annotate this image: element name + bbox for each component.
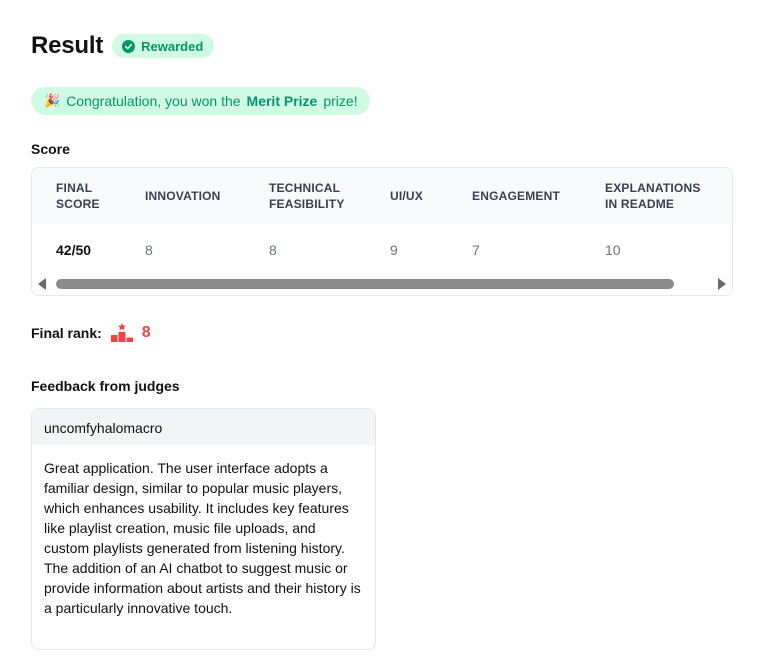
technical-feasibility-value: 8 <box>269 242 277 258</box>
feedback-heading: Feedback from judges <box>31 378 180 394</box>
engagement-value: 7 <box>472 242 480 258</box>
page-title: Result <box>31 32 104 59</box>
column-header-technical-feasibility: TECHNICAL FEASIBILITY <box>269 181 345 211</box>
column-header-explanations: EXPLANATIONS IN README <box>605 181 701 211</box>
result-header: Result Rewarded <box>31 32 215 60</box>
party-popper-icon: 🎉 <box>44 93 61 108</box>
score-heading: Score <box>31 141 70 157</box>
column-header-final-score: FINAL SCORE <box>56 181 100 211</box>
scrollbar-thumb[interactable] <box>56 279 674 289</box>
congrats-suffix: prize! <box>323 93 358 109</box>
final-rank-label: Final rank: <box>31 325 102 341</box>
status-badge: Rewarded <box>112 34 215 58</box>
congrats-prefix: Congratulation, you won the <box>66 93 241 109</box>
congrats-banner: 🎉 Congratulation, you won the Merit Priz… <box>31 87 370 115</box>
horizontal-scrollbar[interactable] <box>32 273 732 295</box>
prize-name: Merit Prize <box>246 93 318 109</box>
ui-ux-value: 9 <box>390 242 398 258</box>
explanations-value: 10 <box>605 242 621 258</box>
column-header-engagement: ENGAGEMENT <box>472 189 561 203</box>
final-rank: Final rank: 8 <box>31 323 151 343</box>
judge-name: uncomfyhalomacro <box>32 409 375 445</box>
innovation-value: 8 <box>145 242 153 258</box>
final-score-value: 42/50 <box>56 242 92 258</box>
scroll-right-arrow-icon[interactable] <box>718 278 726 290</box>
column-header-innovation: INNOVATION <box>145 189 221 203</box>
judge-feedback-card: uncomfyhalomacro Great application. The … <box>31 408 376 650</box>
score-table: FINAL SCORE INNOVATION TECHNICAL FEASIBILI… <box>31 167 733 296</box>
final-rank-value: 8 <box>141 324 151 341</box>
judge-feedback-text: Great application. The user interface ad… <box>44 460 361 616</box>
check-circle-icon <box>122 39 136 53</box>
column-header-ui-ux: UI/UX <box>390 189 424 203</box>
status-badge-label: Rewarded <box>141 38 204 54</box>
podium-icon <box>110 323 133 342</box>
scroll-left-arrow-icon[interactable] <box>38 278 46 290</box>
